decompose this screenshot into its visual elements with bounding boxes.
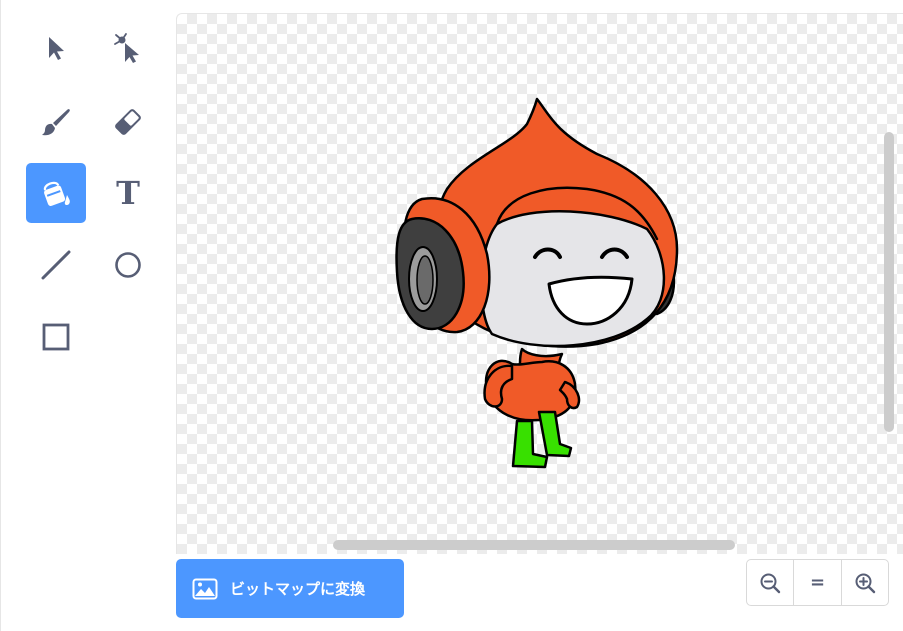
line-tool-button[interactable] xyxy=(26,235,86,295)
fill-bucket-icon xyxy=(43,181,70,206)
convert-button-label: ビットマップに変換 xyxy=(230,580,366,598)
text-t-icon: T xyxy=(116,174,140,212)
zoom-out-icon xyxy=(760,573,781,593)
rectangle-icon xyxy=(42,323,70,351)
zoom-reset-button[interactable]: = xyxy=(793,560,840,605)
zoom-controls: = xyxy=(746,559,889,606)
reshape-tool-button[interactable] xyxy=(98,18,158,78)
text-tool-button[interactable]: T xyxy=(98,163,158,223)
paint-canvas[interactable] xyxy=(176,13,903,554)
circle-tool-button[interactable] xyxy=(98,235,158,295)
bitmap-image-icon xyxy=(192,578,218,599)
zoom-out-button[interactable] xyxy=(747,560,793,605)
convert-to-bitmap-button[interactable]: ビットマップに変換 xyxy=(176,559,404,618)
brush-icon xyxy=(42,109,70,136)
line-icon xyxy=(41,250,71,280)
eraser-tool-button[interactable] xyxy=(98,92,158,152)
circle-icon xyxy=(115,252,141,278)
zoom-in-icon xyxy=(855,573,876,593)
select-arrow-icon xyxy=(49,37,64,60)
character-sprite xyxy=(395,97,679,469)
left-divider xyxy=(0,0,1,631)
select-tool-button[interactable] xyxy=(26,18,86,78)
eraser-icon xyxy=(115,109,141,135)
zoom-reset-label: = xyxy=(809,572,826,593)
brush-tool-button[interactable] xyxy=(26,92,86,152)
zoom-in-button[interactable] xyxy=(840,560,888,605)
canvas-horizontal-scrollbar[interactable] xyxy=(333,540,735,550)
canvas-vertical-scrollbar[interactable] xyxy=(884,132,894,432)
rectangle-tool-button[interactable] xyxy=(26,307,86,367)
fill-tool-button[interactable] xyxy=(26,163,86,223)
reshape-arrow-icon xyxy=(114,33,139,63)
